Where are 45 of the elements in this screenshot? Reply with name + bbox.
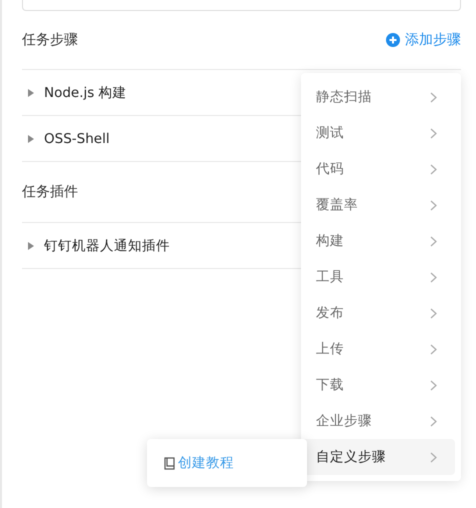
menu-item[interactable]: 代码 xyxy=(301,151,455,187)
menu-item-label: 下载 xyxy=(316,376,344,394)
plugin-name[interactable]: 钉钉机器人通知插件 xyxy=(44,236,170,254)
chevron-right-icon xyxy=(430,128,437,138)
menu-item[interactable]: 静态扫描 xyxy=(301,79,455,115)
chevron-right-icon xyxy=(430,452,437,462)
menu-item-label: 上传 xyxy=(316,340,344,358)
chevron-right-icon xyxy=(430,236,437,246)
menu-item-label: 静态扫描 xyxy=(316,88,372,106)
chevron-right-icon xyxy=(430,164,437,174)
chevron-right-icon xyxy=(430,308,437,318)
chevron-right-icon xyxy=(430,92,437,102)
step-name[interactable]: OSS-Shell xyxy=(44,130,110,146)
caret-icon[interactable] xyxy=(28,134,34,142)
menu-item[interactable]: 工具 xyxy=(301,259,455,295)
menu-item[interactable]: 覆盖率 xyxy=(301,187,455,223)
chevron-right-icon xyxy=(430,200,437,210)
menu-item[interactable]: 下载 xyxy=(301,367,455,403)
add-step-button[interactable]: 添加步骤 xyxy=(386,31,461,49)
menu-item-label: 发布 xyxy=(316,304,344,322)
chevron-right-icon xyxy=(430,380,437,390)
menu-item-label: 构建 xyxy=(316,232,344,250)
book-icon xyxy=(164,456,175,470)
menu-item[interactable]: 测试 xyxy=(301,115,455,151)
menu-item-label: 企业步骤 xyxy=(316,412,372,430)
caret-icon[interactable] xyxy=(28,88,34,96)
menu-item[interactable]: 构建 xyxy=(301,223,455,259)
menu-item-label: 测试 xyxy=(316,124,344,142)
input-field[interactable] xyxy=(22,0,461,11)
menu-item[interactable]: 上传 xyxy=(301,331,455,367)
menu-item-label: 覆盖率 xyxy=(316,196,358,214)
section-title: 任务插件 xyxy=(22,183,78,201)
menu-item[interactable]: 发布 xyxy=(301,295,455,331)
menu-item-label: 代码 xyxy=(316,160,344,178)
chevron-right-icon xyxy=(430,272,437,282)
step-name[interactable]: Node.js 构建 xyxy=(44,84,127,102)
chevron-right-icon xyxy=(430,344,437,354)
chevron-right-icon xyxy=(430,416,437,426)
plus-icon xyxy=(386,33,400,47)
create-tutorial-link[interactable]: 创建教程 xyxy=(178,454,234,472)
caret-icon[interactable] xyxy=(28,242,34,250)
menu-item-label: 工具 xyxy=(316,268,344,286)
section-title: 任务步骤 xyxy=(22,31,78,49)
menu-item-label: 自定义步骤 xyxy=(316,448,386,466)
menu-item[interactable]: 企业步骤 xyxy=(301,403,455,439)
